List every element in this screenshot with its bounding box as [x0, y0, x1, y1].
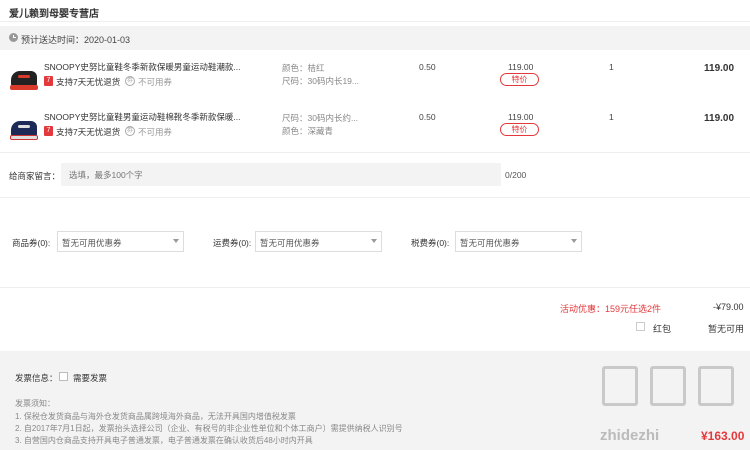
- product-price: 119.00: [508, 112, 534, 122]
- need-invoice-label: 需要发票: [73, 373, 108, 383]
- redpack-checkbox[interactable]: [636, 322, 645, 331]
- product-subtotal: 119.00: [704, 63, 735, 74]
- redpack-label: 红包: [653, 324, 672, 334]
- invoice-notice-title: 发票须知：: [15, 399, 55, 408]
- product-coupon-label: 商品券(0):: [12, 238, 51, 248]
- delivery-bar: 预计送达时间：2020-01-03: [0, 26, 750, 50]
- product-size: 尺码：30码内长19...: [282, 76, 359, 86]
- delivery-time: 预计送达时间：2020-01-03: [21, 35, 131, 45]
- divider: [0, 197, 750, 198]
- coupon-icon: 券: [125, 76, 135, 86]
- watermark-text: zhidezhi: [600, 427, 660, 444]
- need-invoice-checkbox[interactable]: [59, 372, 68, 381]
- shipping-coupon-select[interactable]: 暂无可用优惠券: [255, 231, 382, 252]
- tax-coupon-select[interactable]: 暂无可用优惠券: [455, 231, 582, 252]
- message-char-count: 0/200: [505, 170, 527, 180]
- chevron-down-icon: [371, 239, 377, 243]
- product-price: 119.00: [508, 62, 534, 72]
- coupon-icon: 券: [125, 126, 135, 136]
- product-thumbnail[interactable]: [8, 112, 40, 144]
- invoice-label: 发票信息：: [15, 373, 58, 383]
- chevron-down-icon: [571, 239, 577, 243]
- product-coupon-select[interactable]: 暂无可用优惠券: [57, 231, 184, 252]
- tax-coupon-label: 税费券(0):: [411, 238, 450, 248]
- invoice-notice-line: 1. 保税仓发货商品与海外仓发货商品属跨境海外商品，无法开具国内增值税发票: [15, 412, 296, 421]
- special-price-badge: 特价: [500, 73, 539, 86]
- return-policy: 支持7天无忧退货: [56, 77, 121, 87]
- product-subtotal: 119.00: [704, 113, 735, 124]
- product-weight: 0.50: [419, 112, 436, 122]
- product-thumbnail[interactable]: [8, 62, 40, 94]
- divider: [0, 287, 750, 288]
- seven-day-icon: 7: [44, 126, 53, 136]
- store-header: 爱儿赖到母婴专营店: [0, 0, 750, 22]
- product-quantity: 1: [609, 112, 614, 122]
- order-item: SNOOPY史努比童鞋冬季新款保暖男童运动鞋潮款... 7 支持7天无忧退货 券…: [0, 58, 750, 104]
- promotion-label: 活动优惠：159元任选2件: [560, 304, 662, 314]
- product-weight: 0.50: [419, 62, 436, 72]
- redpack-status: 暂无可用: [708, 324, 745, 334]
- product-quantity: 1: [609, 62, 614, 72]
- shipping-coupon-label: 运费券(0):: [213, 238, 252, 248]
- chevron-down-icon: [173, 239, 179, 243]
- order-item: SNOOPY史努比童鞋男童运动鞋棉靴冬季新款保暖... 7 支持7天无忧退货 券…: [0, 108, 750, 154]
- no-coupon-label: 不可用券: [138, 127, 173, 137]
- product-title[interactable]: SNOOPY史努比童鞋男童运动鞋棉靴冬季新款保暖...: [44, 111, 249, 123]
- special-price-badge: 特价: [500, 123, 539, 136]
- store-name[interactable]: 爱儿赖到母婴专营店: [9, 5, 99, 20]
- divider: [0, 152, 750, 153]
- invoice-notice-line: 2. 自2017年7月1日起，发票抬头选择公司（企业、有税号的非企业性单位和个体…: [15, 424, 403, 433]
- promotion-amount: -¥79.00: [713, 302, 744, 312]
- product-color: 颜色：桔红: [282, 63, 325, 73]
- clock-icon: [9, 33, 18, 42]
- no-coupon-label: 不可用券: [138, 77, 173, 87]
- invoice-notice-line: 3. 自营国内仓商品支持开具电子普通发票，电子普通发票在确认收货后48小时内开具: [15, 436, 313, 445]
- product-color: 颜色：深藏青: [282, 126, 334, 136]
- total-amount: ¥163.00: [701, 429, 745, 443]
- invoice-section: 发票信息： 需要发票 发票须知： 1. 保税仓发货商品与海外仓发货商品属跨境海外…: [0, 351, 750, 450]
- seven-day-icon: 7: [44, 76, 53, 86]
- message-label: 给商家留言：: [9, 171, 61, 181]
- product-title[interactable]: SNOOPY史努比童鞋冬季新款保暖男童运动鞋潮款...: [44, 61, 249, 73]
- message-input[interactable]: [61, 163, 501, 186]
- return-policy: 支持7天无忧退货: [56, 127, 121, 137]
- product-size: 尺码：30码内长约...: [282, 113, 359, 123]
